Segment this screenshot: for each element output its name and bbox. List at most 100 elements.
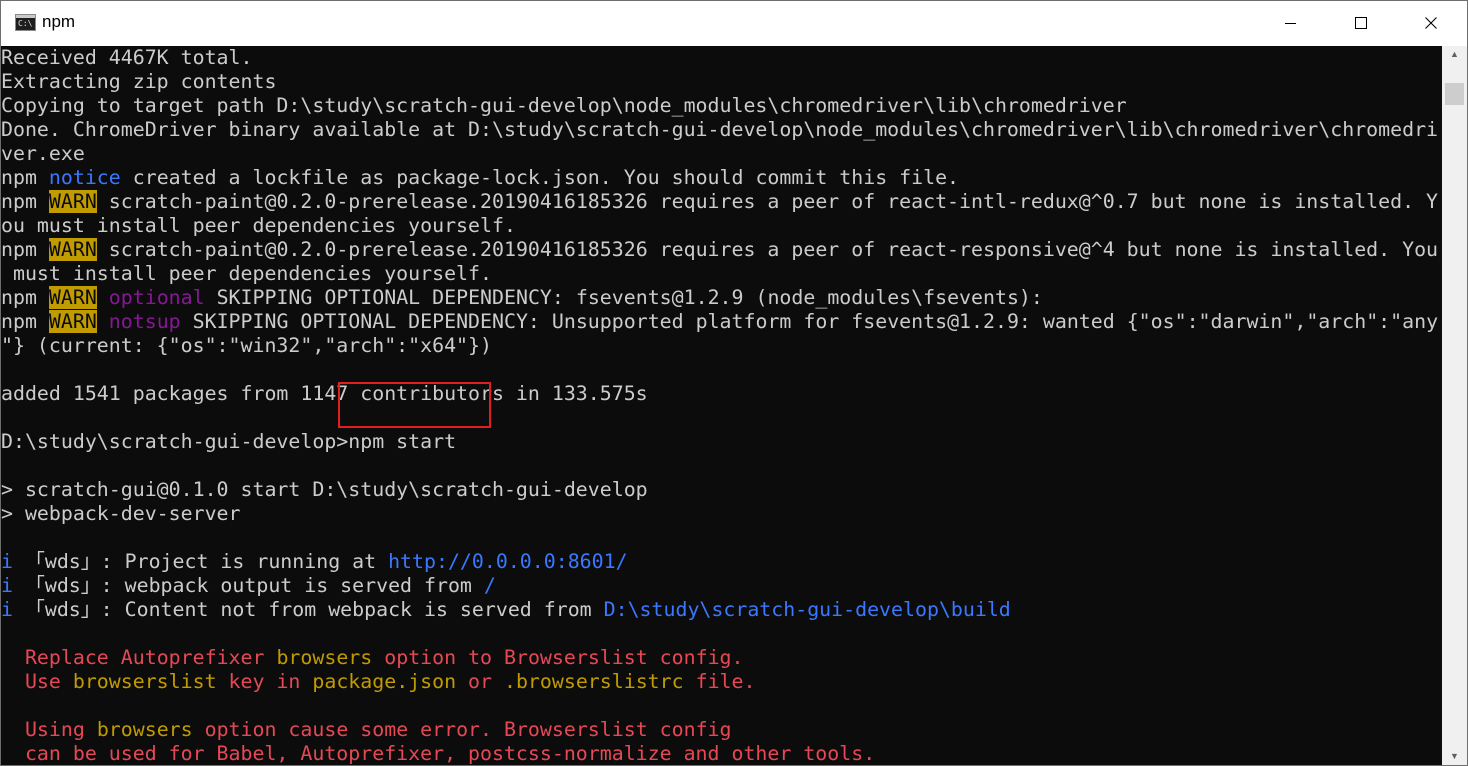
console-text: config. bbox=[647, 646, 744, 669]
console-text: or bbox=[456, 670, 504, 693]
console-text: option to bbox=[372, 646, 504, 669]
console-text: browsers bbox=[96, 718, 193, 741]
console-text: Extracting zip contents bbox=[1, 70, 277, 93]
title-bar[interactable]: C:\ npm bbox=[1, 1, 1467, 46]
console-line: Received 4467K total. bbox=[1, 46, 1442, 70]
console-text: ver.exe bbox=[1, 142, 85, 165]
scrollbar-thumb[interactable] bbox=[1445, 83, 1464, 105]
console-text: added 1541 packages from 1147 contributo… bbox=[1, 382, 648, 405]
command-prompt-icon: C:\ bbox=[15, 14, 36, 31]
console-text: must install peer dependencies yourself. bbox=[1, 262, 492, 285]
console-text: "} (current: {"os":"win32","arch":"x64"}… bbox=[1, 334, 492, 357]
console-line: Extracting zip contents bbox=[1, 70, 1442, 94]
warn-badge: WARN bbox=[48, 286, 97, 309]
console-text: SKIPPING OPTIONAL DEPENDENCY: Unsupporte… bbox=[180, 310, 1439, 333]
console-text: Replace bbox=[1, 646, 121, 669]
console-text: i bbox=[1, 550, 13, 573]
console-line: npm notice created a lockfile as package… bbox=[1, 166, 1442, 190]
scroll-down-arrow-icon[interactable]: ▼ bbox=[1442, 748, 1467, 765]
console-text: package.json bbox=[312, 670, 457, 693]
console-text: .browserslistrc bbox=[503, 670, 684, 693]
console-line: "} (current: {"os":"win32","arch":"x64"}… bbox=[1, 334, 1442, 358]
maximize-button[interactable] bbox=[1326, 1, 1396, 46]
warn-badge: WARN bbox=[48, 310, 97, 333]
console-line: > scratch-gui@0.1.0 start D:\study\scrat… bbox=[1, 478, 1442, 502]
scroll-up-arrow-icon[interactable]: ▲ bbox=[1442, 46, 1467, 63]
console-line: can be used for Babel, Autoprefixer, pos… bbox=[1, 742, 1442, 765]
console-text: can be used for Babel, Autoprefixer, pos… bbox=[1, 742, 876, 765]
console-text: option cause some error. Browserslist co… bbox=[192, 718, 732, 741]
console-text: http://0.0.0.0:8601/ bbox=[388, 550, 628, 573]
console-text: Browserslist bbox=[504, 646, 648, 669]
console-text: browserslist bbox=[72, 670, 217, 693]
warn-badge: WARN bbox=[48, 190, 97, 213]
console-line: Replace Autoprefixer browsers option to … bbox=[1, 646, 1442, 670]
console-text: notsup bbox=[108, 310, 181, 333]
vertical-scrollbar[interactable]: ▲ ▼ bbox=[1442, 46, 1467, 765]
close-icon bbox=[1425, 17, 1437, 29]
console-text: file. bbox=[683, 670, 756, 693]
console-text: Autoprefixer bbox=[120, 646, 265, 669]
console-output[interactable]: Received 4467K total. Extracting zip cont… bbox=[1, 46, 1442, 765]
console-line: Use browserslist key in package.json or … bbox=[1, 670, 1442, 694]
console-text: > webpack-dev-server bbox=[1, 502, 241, 525]
console-text: Received 4467K total. bbox=[1, 46, 253, 69]
console-text: scratch-paint@0.2.0-prerelease.201904161… bbox=[96, 190, 1439, 213]
console-text: 「wds」: Content not from webpack is serve… bbox=[12, 598, 604, 621]
console-text: created a lockfile as package-lock.json.… bbox=[120, 166, 960, 189]
console-line: npm WARN scratch-paint@0.2.0-prerelease.… bbox=[1, 190, 1442, 214]
console-text: SKIPPING OPTIONAL DEPENDENCY: fsevents@1… bbox=[204, 286, 1043, 309]
console-text: scratch-paint@0.2.0-prerelease.201904161… bbox=[96, 238, 1439, 261]
console-line: Done. ChromeDriver binary available at D… bbox=[1, 118, 1442, 142]
console-text: notice bbox=[48, 166, 121, 189]
console-line: i 「wds」: webpack output is served from / bbox=[1, 574, 1442, 598]
console-line: ver.exe bbox=[1, 142, 1442, 166]
console-line: must install peer dependencies yourself. bbox=[1, 262, 1442, 286]
window-title: npm bbox=[42, 12, 76, 31]
console-line: added 1541 packages from 1147 contributo… bbox=[1, 382, 1442, 406]
console-text: Use bbox=[1, 670, 73, 693]
console-text: npm bbox=[1, 238, 49, 261]
console-line: i 「wds」: Content not from webpack is ser… bbox=[1, 598, 1442, 622]
console-window: C:\ npm Received 4467K total. Extracting … bbox=[0, 0, 1468, 766]
console-line: i 「wds」: Project is running at http://0.… bbox=[1, 550, 1442, 574]
command-prompt-icon-text: C:\ bbox=[18, 19, 33, 28]
console-line: Copying to target path D:\study\scratch-… bbox=[1, 94, 1442, 118]
console-text: Copying to target path D:\study\scratch-… bbox=[1, 94, 1127, 117]
console-line: ou must install peer dependencies yourse… bbox=[1, 214, 1442, 238]
console-line: D:\study\scratch-gui-develop>npm start bbox=[1, 430, 1442, 454]
console-line: npm WARN optional SKIPPING OPTIONAL DEPE… bbox=[1, 286, 1442, 310]
minimize-icon bbox=[1285, 23, 1296, 24]
console-text: key in bbox=[216, 670, 313, 693]
console-text: i bbox=[1, 574, 13, 597]
close-button[interactable] bbox=[1396, 1, 1466, 46]
console-text: npm bbox=[1, 166, 49, 189]
console-line: npm WARN notsup SKIPPING OPTIONAL DEPEND… bbox=[1, 310, 1442, 334]
console-text: ou must install peer dependencies yourse… bbox=[1, 214, 516, 237]
warn-badge: WARN bbox=[48, 238, 97, 261]
console-text: Done. ChromeDriver binary available at D… bbox=[1, 118, 1439, 141]
console-line: npm WARN scratch-paint@0.2.0-prerelease.… bbox=[1, 238, 1442, 262]
console-text: npm bbox=[1, 190, 49, 213]
console-text: browsers bbox=[276, 646, 373, 669]
maximize-icon bbox=[1355, 17, 1367, 29]
console-text: npm bbox=[1, 286, 49, 309]
console-text: npm bbox=[1, 310, 49, 333]
console-line: > webpack-dev-server bbox=[1, 502, 1442, 526]
console-text: D:\study\scratch-gui-develop>npm start bbox=[1, 430, 457, 453]
console-line: Using browsers option cause some error. … bbox=[1, 718, 1442, 742]
console-text: optional bbox=[108, 286, 205, 309]
minimize-button[interactable] bbox=[1256, 1, 1326, 46]
console-text: > scratch-gui@0.1.0 start D:\study\scrat… bbox=[1, 478, 648, 501]
console-text: Using bbox=[1, 718, 97, 741]
console-text: i bbox=[1, 598, 13, 621]
console-text: 「wds」: webpack output is served from bbox=[12, 574, 484, 597]
